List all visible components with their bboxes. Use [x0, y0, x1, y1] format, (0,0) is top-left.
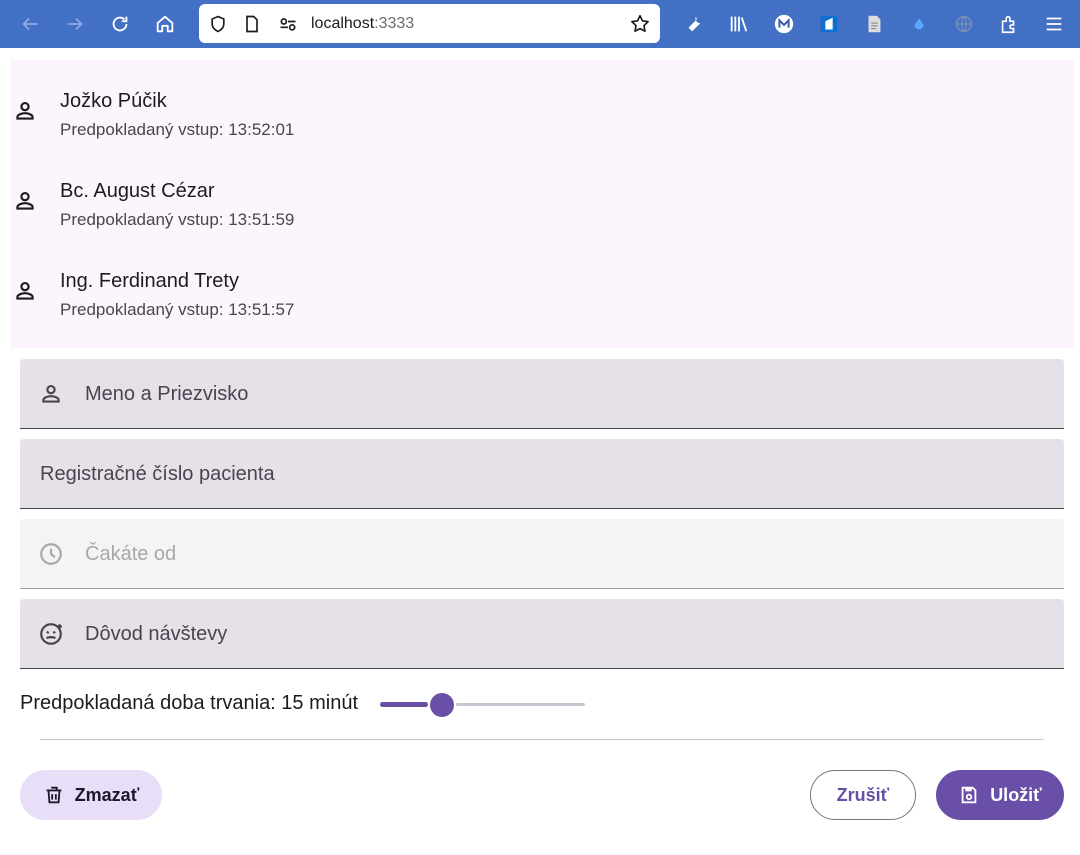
browser-toolbar: localhost:3333	[0, 0, 1080, 48]
patient-expected-entry: Predpokladaný vstup: 13:51:59	[60, 210, 295, 229]
list-item[interactable]: Ing. Ferdinand Trety Predpokladaný vstup…	[10, 240, 1074, 330]
patient-name: Ing. Ferdinand Trety	[60, 270, 239, 292]
sick-face-icon	[40, 623, 62, 645]
address-bar[interactable]: localhost:3333	[199, 4, 660, 43]
cancel-button[interactable]: Zrušiť	[810, 770, 916, 820]
reload-icon[interactable]	[108, 12, 132, 36]
extensions-puzzle-icon[interactable]	[997, 12, 1021, 36]
person-icon	[16, 282, 34, 300]
name-field[interactable]: Meno a Priezvisko	[20, 359, 1064, 429]
slider-track-inactive	[455, 703, 585, 706]
library-icon[interactable]	[727, 12, 751, 36]
name-field-label: Meno a Priezvisko	[85, 383, 249, 405]
forward-arrow-icon[interactable]	[63, 12, 87, 36]
page-icon[interactable]	[241, 13, 263, 35]
home-icon[interactable]	[153, 12, 177, 36]
list-item[interactable]: Jožko Púčik Predpokladaný vstup: 13:52:0…	[10, 60, 1074, 150]
duration-slider[interactable]	[380, 692, 585, 717]
patient-name: Jožko Púčik	[60, 90, 167, 112]
save-button[interactable]: Uložiť	[936, 770, 1064, 820]
delete-button-label: Zmazať	[74, 784, 140, 805]
url-text[interactable]: localhost:3333	[311, 15, 414, 33]
patient-expected-entry: Predpokladaný vstup: 13:52:01	[60, 120, 295, 139]
drop-extension-icon[interactable]	[907, 12, 931, 36]
shield-icon[interactable]	[207, 13, 229, 35]
m-extension-icon[interactable]	[772, 12, 796, 36]
divider	[40, 739, 1044, 740]
person-icon	[16, 102, 34, 120]
globe-extension-icon[interactable]	[952, 12, 976, 36]
blue-extension-icon[interactable]	[817, 12, 841, 36]
person-icon	[42, 385, 60, 403]
waiting-since-label: Čakáte od	[85, 543, 177, 565]
clock-icon	[40, 543, 62, 565]
waiting-since-field: Čakáte od	[20, 519, 1064, 589]
list-item[interactable]: Bc. August Cézar Predpokladaný vstup: 13…	[10, 150, 1074, 240]
duration-label: Predpokladaná doba trvania: 15 minút	[20, 692, 359, 714]
trash-icon	[43, 784, 65, 806]
patient-expected-entry: Predpokladaný vstup: 13:51:57	[60, 300, 295, 319]
patient-name: Bc. August Cézar	[60, 180, 215, 202]
save-icon	[958, 784, 980, 806]
document-extension-icon[interactable]	[862, 12, 886, 36]
registration-number-field[interactable]: Registračné číslo pacienta	[20, 439, 1064, 509]
visit-reason-label: Dôvod návštevy	[85, 623, 228, 645]
person-icon	[16, 192, 34, 210]
slider-thumb[interactable]	[429, 693, 454, 717]
registration-number-label: Registračné číslo pacienta	[40, 463, 275, 485]
menu-icon[interactable]	[1042, 12, 1066, 36]
save-button-label: Uložiť	[990, 784, 1042, 805]
wrench-icon[interactable]	[682, 12, 706, 36]
permissions-icon[interactable]	[277, 13, 299, 35]
delete-button[interactable]: Zmazať	[20, 770, 162, 820]
back-arrow-icon[interactable]	[18, 12, 42, 36]
patient-list: Jožko Púčik Predpokladaný vstup: 13:52:0…	[10, 60, 1074, 348]
slider-track-active	[380, 702, 428, 707]
cancel-button-label: Zrušiť	[836, 784, 890, 805]
visit-reason-field[interactable]: Dôvod návštevy	[20, 599, 1064, 669]
bookmark-star-icon[interactable]	[629, 13, 651, 35]
